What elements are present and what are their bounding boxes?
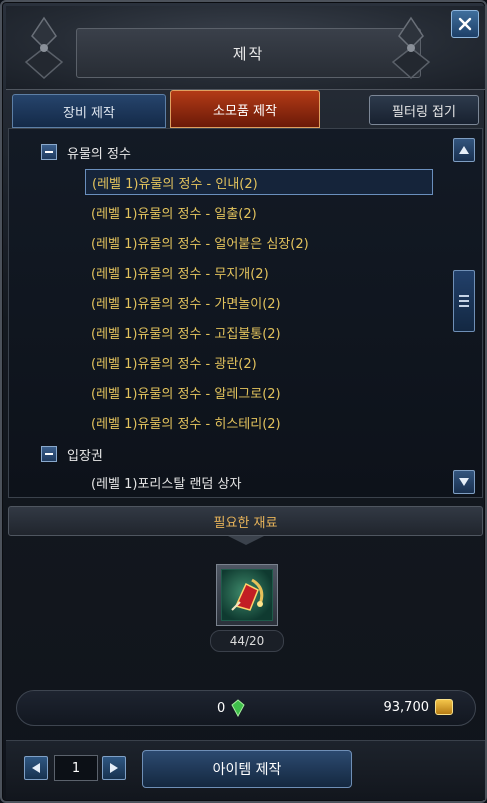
gem-cost: 0 <box>217 699 245 717</box>
item-label: (레벨 1)유물의 정수 - 광란(2) <box>91 356 257 372</box>
list-item[interactable]: (레벨 1)유물의 정수 - 알레그로(2) <box>85 379 433 405</box>
notch-ornament-icon <box>228 536 264 545</box>
item-label: (레벨 1)유물의 정수 - 알레그로(2) <box>91 386 281 402</box>
title-plate: 제작 <box>76 28 421 78</box>
item-label: (레벨 1)포리스탈 랜덤 상자 <box>91 476 242 492</box>
materials-header-label: 필요한 재료 <box>213 515 278 531</box>
ornament-left-icon <box>24 16 64 80</box>
collapse-icon[interactable] <box>41 446 57 462</box>
item-label: (레벨 1)유물의 정수 - 일출(2) <box>91 206 257 222</box>
item-label: (레벨 1)유물의 정수 - 히스테리(2) <box>91 416 281 432</box>
item-label: (레벨 1)유물의 정수 - 고집불통(2) <box>91 326 281 342</box>
title-bar: 제작 <box>6 6 485 90</box>
list-item[interactable]: (레벨 1)유물의 정수 - 인내(2) <box>85 169 433 195</box>
scroll-down-button[interactable] <box>453 470 475 494</box>
category-entry-ticket[interactable]: 입장권 <box>41 443 103 465</box>
gem-cost-value: 0 <box>217 700 226 716</box>
category-label: 유물의 정수 <box>67 146 131 162</box>
item-label: (레벨 1)유물의 정수 - 인내(2) <box>92 176 258 192</box>
close-button[interactable] <box>451 10 479 38</box>
page-number: 1 <box>71 760 81 776</box>
scrollbar-thumb[interactable] <box>453 270 475 332</box>
relic-material-icon <box>221 569 273 621</box>
triangle-left-icon <box>32 763 40 773</box>
category-relic-essence[interactable]: 유물의 정수 <box>41 141 131 163</box>
triangle-up-icon <box>459 146 469 154</box>
triangle-down-icon <box>459 478 469 486</box>
green-gem-icon <box>231 699 245 717</box>
scroll-up-button[interactable] <box>453 138 475 162</box>
tab-consumable-crafting[interactable]: 소모품 제작 <box>170 90 320 128</box>
list-item[interactable]: (레벨 1)유물의 정수 - 일출(2) <box>85 199 433 225</box>
gold-icon <box>435 699 453 715</box>
list-item[interactable]: (레벨 1)유물의 정수 - 히스테리(2) <box>85 409 433 435</box>
item-label: (레벨 1)유물의 정수 - 무지개(2) <box>91 266 269 282</box>
tab-label: 장비 제작 <box>63 105 115 121</box>
window-title: 제작 <box>232 44 265 63</box>
craft-item-button[interactable]: 아이템 제작 <box>142 750 352 788</box>
recipe-list[interactable]: 유물의 정수 (레벨 1)유물의 정수 - 인내(2) (레벨 1)유물의 정수… <box>8 128 483 498</box>
item-label: (레벨 1)유물의 정수 - 얼어붙은 심장(2) <box>91 236 309 252</box>
required-materials-header: 필요한 재료 <box>8 506 483 536</box>
list-item[interactable]: (레벨 1)유물의 정수 - 가면놀이(2) <box>85 289 433 315</box>
collapse-filter-button[interactable]: 필터링 접기 <box>369 95 479 125</box>
list-item[interactable]: (레벨 1)포리스탈 랜덤 상자 <box>85 469 433 495</box>
tab-equipment-crafting[interactable]: 장비 제작 <box>12 94 166 128</box>
cost-bar: 0 93,700 <box>16 690 476 726</box>
gold-cost-value: 93,700 <box>383 699 430 715</box>
collapse-icon[interactable] <box>41 144 57 160</box>
ornament-right-icon <box>391 16 431 80</box>
triangle-right-icon <box>110 763 118 773</box>
item-label: (레벨 1)유물의 정수 - 가면놀이(2) <box>91 296 281 312</box>
filter-label: 필터링 접기 <box>392 104 456 120</box>
page-next-button[interactable] <box>102 756 126 780</box>
tab-label: 소모품 제작 <box>213 103 277 119</box>
crafting-window: 제작 장비 제작 소모품 제작 필터링 접기 유물의 정수 (레벨 1)유물의 … <box>0 0 487 803</box>
gold-cost: 93,700 <box>383 699 453 715</box>
craft-button-label: 아이템 제작 <box>212 762 282 778</box>
list-item[interactable]: (레벨 1)유물의 정수 - 고집불통(2) <box>85 319 433 345</box>
page-prev-button[interactable] <box>24 756 48 780</box>
list-item[interactable]: (레벨 1)유물의 정수 - 무지개(2) <box>85 259 433 285</box>
close-icon <box>458 17 472 31</box>
list-item[interactable]: (레벨 1)유물의 정수 - 얼어붙은 심장(2) <box>85 229 433 255</box>
page-number-field[interactable]: 1 <box>54 755 98 781</box>
category-label: 입장권 <box>67 448 103 464</box>
material-count: 44/20 <box>210 630 284 652</box>
material-count-label: 44/20 <box>229 634 265 648</box>
material-slot[interactable] <box>216 564 278 626</box>
list-item[interactable]: (레벨 1)유물의 정수 - 광란(2) <box>85 349 433 375</box>
